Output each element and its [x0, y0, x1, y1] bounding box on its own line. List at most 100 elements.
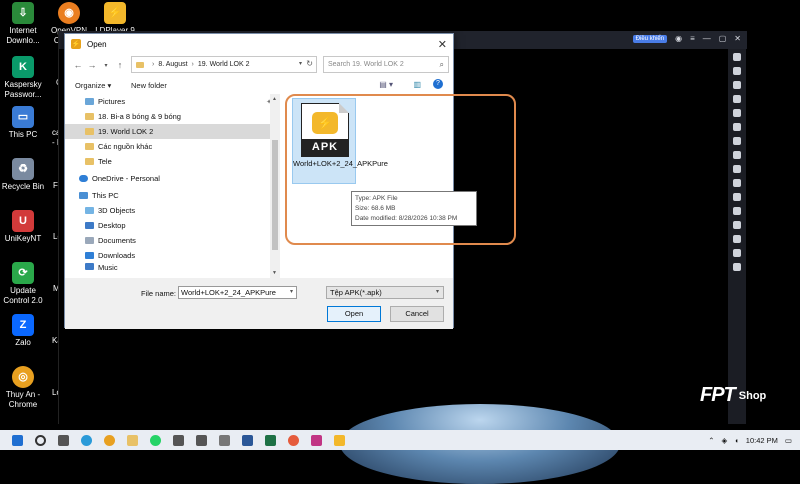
nav-item-this-pc[interactable]: This PC — [65, 188, 280, 203]
recent-dropdown-icon[interactable]: ▾ — [99, 62, 113, 69]
edge-icon[interactable] — [81, 434, 92, 446]
ldplayer-icon: ⚡ — [104, 2, 126, 24]
emulator-menu-icon[interactable]: ≡ — [690, 34, 695, 43]
emulator-toolbar — [728, 49, 746, 424]
taskbar-search-icon[interactable] — [35, 434, 46, 446]
open-button[interactable]: Open — [327, 306, 381, 322]
breadcrumb-item[interactable]: 8. August — [158, 61, 187, 68]
scroll-up-icon[interactable]: ▲ — [272, 96, 277, 102]
nav-item-documents[interactable]: Documents — [65, 233, 280, 248]
nav-item-onedrive[interactable]: OneDrive - Personal — [65, 171, 280, 186]
word-icon[interactable] — [242, 434, 253, 446]
chevron-down-icon: ▾ — [435, 289, 439, 295]
back-arrow-icon[interactable]: ← — [71, 60, 85, 70]
desktop-icon-idm[interactable]: ⇩ Internet Downlo... — [0, 2, 46, 46]
nav-item-folder[interactable]: 18. Bi-a 8 bóng & 9 bóng — [65, 109, 280, 124]
emulator-tool-icon[interactable] — [733, 123, 741, 131]
emulator-tool-icon[interactable] — [733, 137, 741, 145]
emulator-tool-icon[interactable] — [733, 263, 741, 271]
emulator-tool-icon[interactable] — [733, 151, 741, 159]
chevron-up-icon[interactable]: ⌃ — [708, 436, 714, 445]
emulator-tool-icon[interactable] — [733, 179, 741, 187]
highlight-annotation — [285, 94, 516, 245]
emulator-tool-icon[interactable] — [733, 81, 741, 89]
whatsapp-icon[interactable] — [150, 434, 161, 446]
nav-item-music[interactable]: Music — [65, 263, 280, 271]
desktop-icon-this-pc[interactable]: ▭ This PC — [0, 106, 46, 140]
breadcrumb[interactable]: › 8. August › 19. World LOK 2 ▾ ↻ — [131, 56, 317, 73]
nav-item-3d-objects[interactable]: 3D Objects — [65, 203, 280, 218]
windows-start-icon[interactable] — [12, 434, 23, 446]
nav-item-desktop[interactable]: Desktop — [65, 218, 280, 233]
network-icon[interactable]: ◈ — [721, 436, 727, 445]
openvpn-icon: ◉ — [58, 2, 80, 24]
chevron-down-icon[interactable]: ▾ — [290, 287, 293, 298]
zalo-icon: Z — [12, 314, 34, 336]
file-type-select[interactable]: Tệp APK(*.apk) ▾ — [326, 286, 444, 299]
emulator-minimize-icon[interactable]: — — [703, 34, 711, 43]
nav-item-folder[interactable]: Các nguồn khác — [65, 139, 280, 154]
refresh-icon[interactable]: ↻ — [306, 59, 313, 68]
desktop-icon-chrome[interactable]: ◎ Thuy An - Chrome — [0, 366, 46, 410]
cloud-icon — [79, 175, 88, 182]
desktop-icon-zalo[interactable]: Z Zalo — [0, 314, 46, 348]
chrome-icon[interactable] — [104, 434, 115, 446]
help-icon[interactable]: ? — [433, 79, 443, 89]
ldplayer-icon[interactable] — [334, 434, 345, 446]
scroll-down-icon[interactable]: ▼ — [272, 270, 277, 276]
taskbar-app-icon[interactable] — [288, 434, 299, 446]
emulator-control-badge[interactable]: Điều khiển — [632, 34, 668, 43]
fpt-logo-shop: Shop — [738, 389, 767, 402]
clock[interactable]: 10:42 PM — [746, 436, 778, 445]
new-folder-button[interactable]: New folder — [131, 81, 167, 90]
emulator-tool-icon[interactable] — [733, 109, 741, 117]
system-tray: ⌃ ◈ ◖ 10:42 PM ▭ — [708, 430, 792, 450]
nav-scrollbar[interactable]: ▲ ▼ — [270, 94, 280, 278]
nav-item-downloads[interactable]: Downloads — [65, 248, 280, 263]
emulator-tool-icon[interactable] — [733, 235, 741, 243]
taskbar-app-icon[interactable] — [173, 434, 184, 446]
folder-icon — [85, 158, 94, 165]
taskbar-app-icon[interactable] — [219, 434, 230, 446]
nav-item-pictures[interactable]: Pictures ✦ — [65, 94, 280, 109]
preview-pane-icon[interactable]: ▥ — [413, 80, 421, 89]
emulator-tool-icon[interactable] — [733, 53, 741, 61]
nav-item-folder[interactable]: Tele — [65, 154, 280, 169]
chrome-icon: ◎ — [12, 366, 34, 388]
desktop-icon-recycle-bin[interactable]: ♻ Recycle Bin — [0, 158, 46, 192]
file-explorer-icon[interactable] — [127, 434, 138, 446]
emulator-tool-icon[interactable] — [733, 249, 741, 257]
emulator-tool-icon[interactable] — [733, 207, 741, 215]
emulator-tool-icon[interactable] — [733, 221, 741, 229]
desktop-icon-unikey[interactable]: U UniKeyNT — [0, 210, 46, 244]
desktop-icon-update-control[interactable]: ⟳ Update Control 2.0 — [0, 262, 46, 306]
search-input[interactable]: Search 19. World LOK 2 ⌕ — [323, 56, 449, 73]
task-view-icon[interactable] — [58, 434, 69, 446]
emulator-account-icon[interactable]: ◉ — [675, 34, 682, 43]
up-arrow-icon[interactable]: ↑ — [113, 60, 127, 70]
desktop-icon — [85, 222, 94, 229]
forward-arrow-icon[interactable]: → — [85, 60, 99, 70]
organize-menu[interactable]: Organize ▾ — [75, 81, 111, 90]
nav-item-folder-selected[interactable]: 19. World LOK 2 — [65, 124, 280, 139]
close-icon[interactable]: ✕ — [438, 38, 447, 51]
taskbar-app-icon[interactable] — [196, 434, 207, 446]
emulator-tool-icon[interactable] — [733, 67, 741, 75]
view-options-icon[interactable]: ▤ ▾ — [379, 80, 393, 89]
emulator-tool-icon[interactable] — [733, 165, 741, 173]
breadcrumb-item[interactable]: 19. World LOK 2 — [198, 61, 250, 68]
scrollbar-thumb[interactable] — [272, 140, 278, 250]
volume-icon[interactable]: ◖ — [734, 436, 739, 445]
cancel-button[interactable]: Cancel — [390, 306, 444, 322]
desktop-icon-kaspersky[interactable]: K Kaspersky Passwor... — [0, 56, 46, 100]
excel-icon[interactable] — [265, 434, 276, 446]
chevron-down-icon[interactable]: ▾ — [299, 60, 302, 67]
file-name-field[interactable]: World+LOK+2_24_APKPure ▾ — [178, 286, 297, 299]
notification-icon[interactable]: ▭ — [785, 436, 792, 445]
emulator-close-icon[interactable]: ✕ — [734, 34, 741, 43]
emulator-tool-icon[interactable] — [733, 193, 741, 201]
emulator-tool-icon[interactable] — [733, 95, 741, 103]
emulator-maximize-icon[interactable]: ▢ — [719, 34, 727, 43]
instagram-icon[interactable] — [311, 434, 322, 446]
this-pc-icon: ▭ — [12, 106, 34, 128]
